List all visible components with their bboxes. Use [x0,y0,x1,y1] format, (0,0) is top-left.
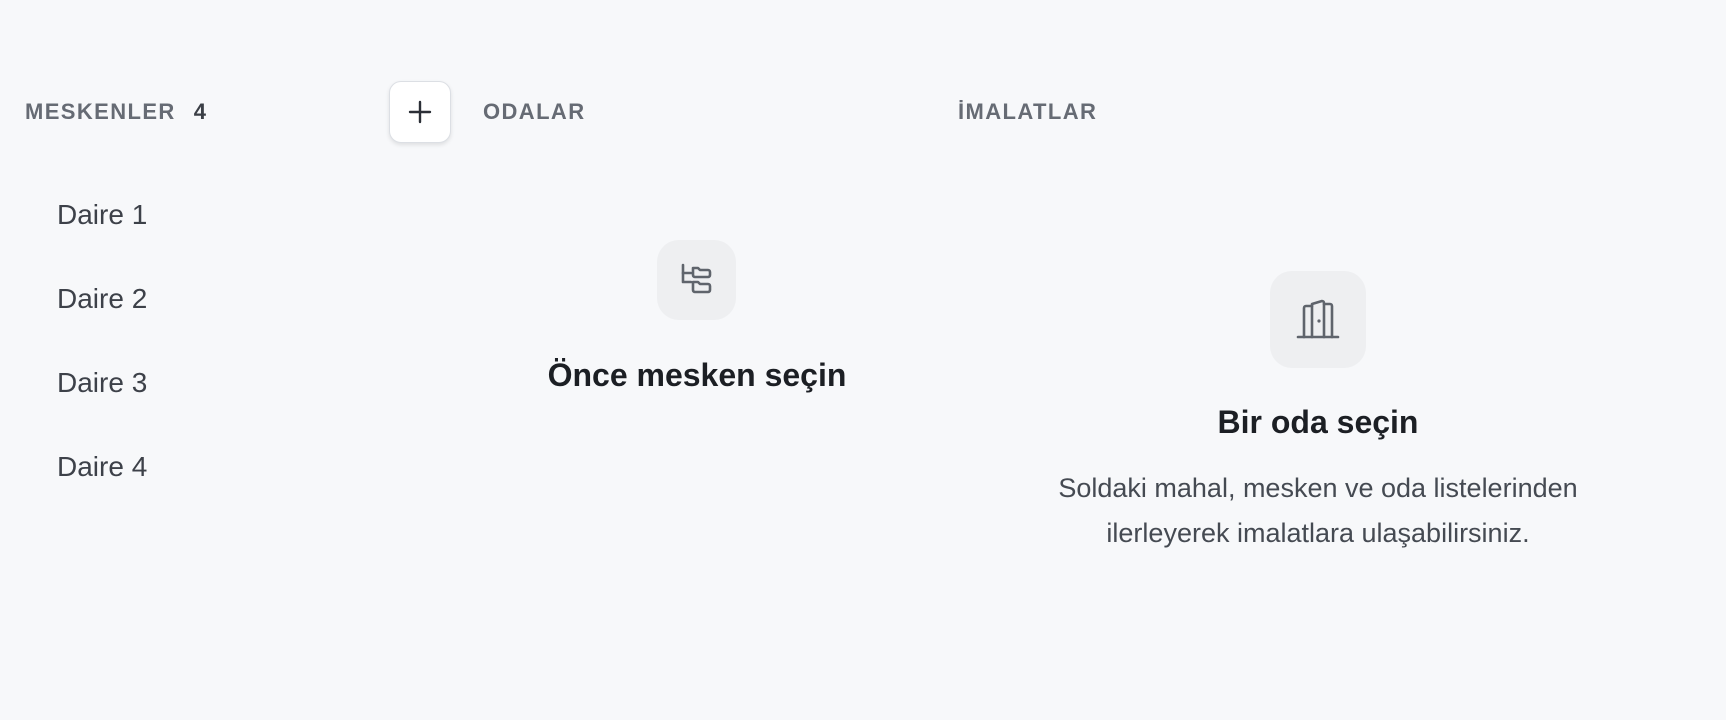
mesken-list: Daire 1 Daire 2 Daire 3 Daire 4 [57,190,147,509]
plus-icon [408,100,432,124]
imalatlar-empty-title: Bir oda seçin [1217,404,1419,440]
door-icon [1296,299,1340,338]
list-item-daire-2[interactable]: Daire 2 [57,257,147,341]
imalatlar-header: İMALATLAR [958,92,1097,132]
list-item-daire-4[interactable]: Daire 4 [57,425,147,509]
imalatlar-title: İMALATLAR [958,99,1098,124]
imalatlar-empty-icon-box [1270,271,1366,368]
odalar-empty-icon-box [657,240,736,320]
imalatlar-empty-desc-line-1: Soldaki mahal, mesken ve oda listelerind… [1058,473,1578,503]
list-item-daire-3[interactable]: Daire 3 [57,341,147,425]
odalar-title: ODALAR [483,99,586,124]
meskenler-header: MESKENLER 4 [25,92,206,132]
add-mesken-button[interactable] [389,81,451,143]
imalatlar-empty-desc-line-2: ilerleyerek imalatlara ulaşabilirsiniz. [1106,518,1530,548]
odalar-empty-title: Önce mesken seçin [547,357,847,393]
meskenler-title: MESKENLER [25,99,176,124]
list-item-daire-1[interactable]: Daire 1 [57,173,147,257]
folder-tree-icon [681,263,711,294]
meskenler-count-badge: 4 [193,99,206,124]
imalatlar-empty-description: Soldaki mahal, mesken ve oda listelerind… [1000,466,1636,556]
odalar-header: ODALAR [483,92,586,132]
